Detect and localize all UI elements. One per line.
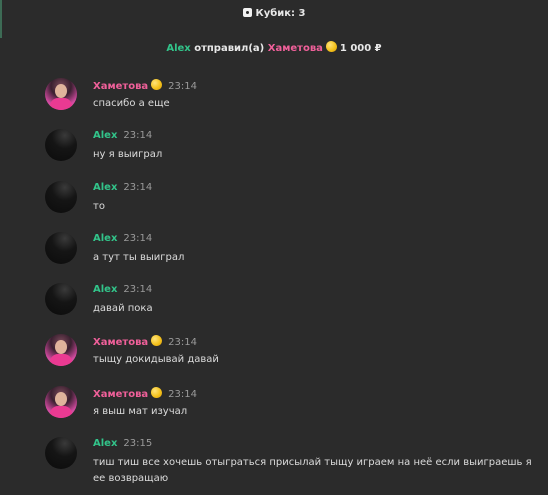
author-name[interactable]: Хаметова xyxy=(93,81,148,92)
timestamp: 23:14 xyxy=(123,284,153,295)
message-header: Alex 23:14 xyxy=(93,233,152,244)
emoji-icon xyxy=(151,79,163,90)
message-header: Alex 23:14 xyxy=(93,284,152,295)
edge-accent-line xyxy=(0,0,2,38)
transfer-notice: Alex отправил(а) Хаметова 1 000 ₽ xyxy=(0,41,548,54)
avatar[interactable] xyxy=(45,437,77,469)
dice-icon xyxy=(242,8,252,17)
message-text: давай пока xyxy=(93,303,153,314)
message-text: то xyxy=(93,201,105,212)
message-header: Alex 23:15 xyxy=(93,438,152,449)
author-name[interactable]: Alex xyxy=(93,182,117,193)
message-text: тыщу докидывай давай xyxy=(93,354,219,365)
transfer-amount: 1 000 ₽ xyxy=(339,43,382,54)
avatar[interactable] xyxy=(45,78,77,110)
avatar[interactable] xyxy=(45,129,77,161)
transfer-sender[interactable]: Alex xyxy=(166,43,190,54)
timestamp: 23:14 xyxy=(123,130,153,141)
message-text: ну я выиграл xyxy=(93,149,163,160)
timestamp: 23:14 xyxy=(123,233,153,244)
message-header: Alex 23:14 xyxy=(93,130,152,141)
author-name[interactable]: Alex xyxy=(93,233,117,244)
transfer-recipient[interactable]: Хаметова xyxy=(268,43,323,54)
avatar[interactable] xyxy=(45,334,77,366)
dice-roll-notice: Кубик: 3 xyxy=(0,8,548,19)
message-header: Хаметова 23:14 xyxy=(93,335,197,348)
timestamp: 23:15 xyxy=(123,438,153,449)
avatar[interactable] xyxy=(45,283,77,315)
transfer-verb: отправил(а) xyxy=(194,43,265,54)
author-name[interactable]: Хаметова xyxy=(93,337,148,348)
message-header: Хаметова 23:14 xyxy=(93,387,197,400)
message-text: тиш тиш все хочешь отыграться присылай т… xyxy=(93,457,532,484)
timestamp: 23:14 xyxy=(123,182,153,193)
timestamp: 23:14 xyxy=(168,337,197,348)
message-text: я выш мат изучал xyxy=(93,406,188,417)
timestamp: 23:14 xyxy=(168,389,197,400)
emoji-icon xyxy=(151,387,163,398)
dice-label: Кубик: 3 xyxy=(255,8,306,19)
message-text: спасибо а еще xyxy=(93,98,170,109)
message-text: а тут ты выиграл xyxy=(93,252,185,263)
timestamp: 23:14 xyxy=(168,81,197,92)
chat-panel: Кубик: 3 Alex отправил(а) Хаметова 1 000 … xyxy=(0,0,548,495)
message-header: Alex 23:14 xyxy=(93,182,152,193)
emoji-icon xyxy=(325,41,337,52)
author-name[interactable]: Alex xyxy=(93,130,117,141)
author-name[interactable]: Хаметова xyxy=(93,389,148,400)
avatar[interactable] xyxy=(45,232,77,264)
author-name[interactable]: Alex xyxy=(93,438,117,449)
avatar[interactable] xyxy=(45,386,77,418)
message-header: Хаметова 23:14 xyxy=(93,79,197,92)
avatar[interactable] xyxy=(45,181,77,213)
author-name[interactable]: Alex xyxy=(93,284,117,295)
emoji-icon xyxy=(151,335,163,346)
